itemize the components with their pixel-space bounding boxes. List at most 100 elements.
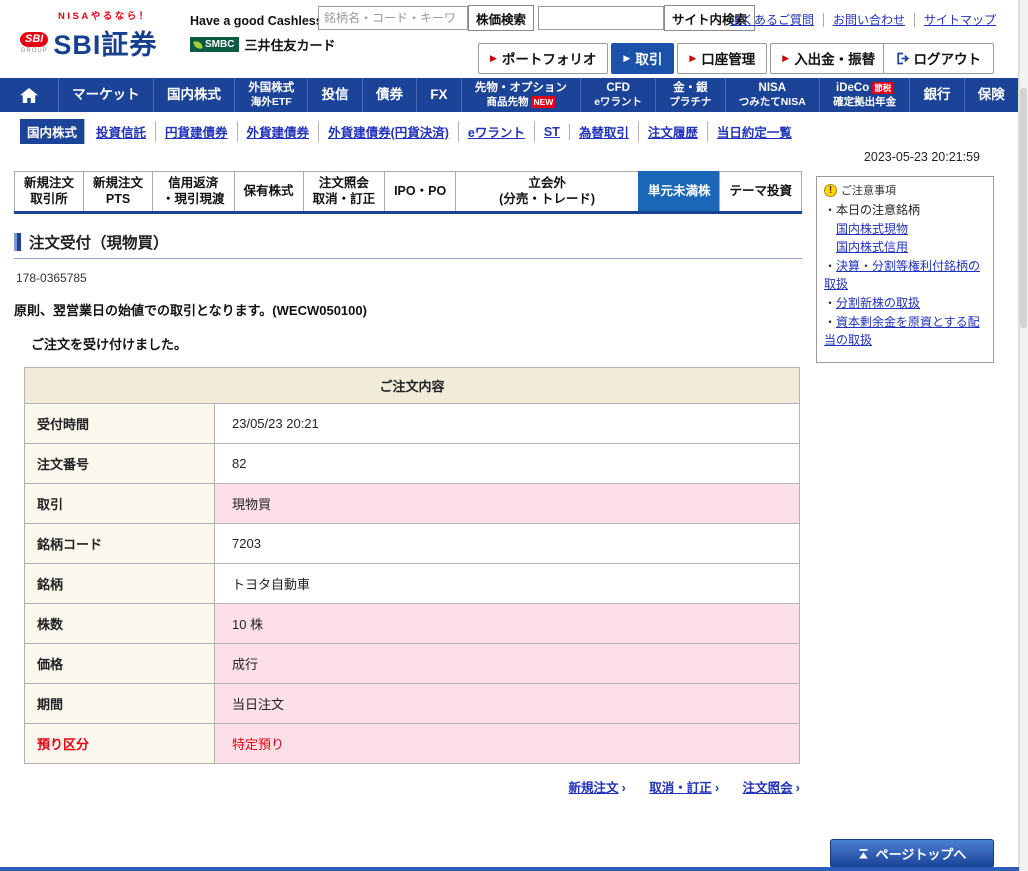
utility-link[interactable]: よくあるご質問 <box>730 13 814 27</box>
main-nav-item[interactable]: 債券 <box>361 78 416 112</box>
main-nav-item[interactable]: NISA つみたてNISA <box>724 78 819 112</box>
bullet: ・ <box>824 203 837 217</box>
sidebar-link[interactable]: 国内株式現物 <box>836 222 908 236</box>
logout-button[interactable]: ログアウト <box>882 43 994 74</box>
sidebar-item: ・決算・分割等権利付銘柄の取扱決算・分割等権利付銘柄の取扱 <box>824 257 987 294</box>
brand-name: SBI証券 <box>53 30 158 60</box>
ad-brand: 三井住友カード <box>244 38 336 53</box>
main-nav-item[interactable]: 銀行 <box>909 78 963 112</box>
sbi-group-mark: SBI GROUP <box>20 31 49 54</box>
main-nav-item[interactable]: 国内株式 <box>152 78 234 112</box>
content: 新規注文 取引所 新規注文 PTS 信用返済 ・現引現渡 保有株式 注文照会 取… <box>0 171 1018 796</box>
order-tab[interactable]: 保有株式 <box>233 171 303 212</box>
row-label: 注文番号 <box>24 443 215 485</box>
smbc-ad-banner[interactable]: Have a good Cashless. SMBC 三井住友カード <box>190 14 335 54</box>
sub-nav-link[interactable]: 国内株式 <box>20 119 86 144</box>
order-table-header: ご注文内容 <box>24 367 800 405</box>
main-nav-item[interactable]: CFD eワラント <box>580 78 655 112</box>
triangle-right-icon: ▶ <box>782 52 790 63</box>
footer-link[interactable]: 新規注文 › <box>568 780 626 796</box>
nisa-tagline: NISAやるなら！ <box>58 11 151 22</box>
row-label: 期間 <box>24 683 215 725</box>
vertical-scrollbar[interactable] <box>1019 0 1028 871</box>
header-tab[interactable]: ▶ ポートフォリオ <box>478 43 609 74</box>
sidebar-item: ・資本剰余金を原資とする配当の取扱資本剰余金を原資とする配当の取扱 <box>824 313 987 350</box>
home-icon <box>20 87 38 103</box>
row-value: 7203 <box>214 523 800 565</box>
order-tab[interactable]: 立会外 (分売・トレード) <box>455 171 638 212</box>
main-nav: マーケット 国内株式 外国株式 海外ETF 投信 債券 FX 先物・オプション … <box>0 78 1018 112</box>
sub-nav: 国内株式 投資信託 円貨建債券 外貨建債券 外貨建債券(円貨決済) eワラント ST 為替取引… <box>0 112 1018 150</box>
chevron-right-icon: › <box>621 780 626 796</box>
order-tab[interactable]: 注文照会 取消・訂正 <box>302 171 385 212</box>
order-tab[interactable]: テーマ投資 <box>719 171 802 212</box>
triangle-right-icon: ▶ <box>623 52 631 63</box>
new-badge: NEW <box>531 95 556 108</box>
footer-links: 新規注文 › 取消・訂正 › 注文照会 › <box>14 777 800 796</box>
top-header: NISAやるなら！ SBI GROUP SBI証券 Have a good Ca… <box>0 0 1018 78</box>
sub-nav-link[interactable]: 外貨建債券 <box>238 121 320 142</box>
main-nav-item[interactable]: 投信 <box>307 78 361 112</box>
table-row: 預り区分 特定預り <box>24 723 800 765</box>
row-value: 10 株 <box>214 603 800 645</box>
sub-nav-link[interactable]: eワラント <box>459 121 535 142</box>
utility-link[interactable]: お問い合わせ <box>822 13 905 27</box>
stock-search-input[interactable] <box>318 6 468 30</box>
sidebar-link[interactable]: 決算・分割等権利付銘柄の取扱 <box>824 259 980 292</box>
table-row: 銘柄 トヨタ自動車 <box>24 563 800 605</box>
main-nav-item[interactable]: FX <box>416 78 461 112</box>
sbi-logo[interactable]: NISAやるなら！ SBI GROUP SBI証券 <box>20 8 157 62</box>
sub-nav-link[interactable]: 外貨建債券(円貨決済) <box>319 121 459 142</box>
bullet: ・ <box>824 295 837 310</box>
sub-nav-link[interactable]: 為替取引 <box>570 121 639 142</box>
sidebar-link[interactable]: 資本剰余金を原資とする配当の取扱 <box>824 315 980 348</box>
sub-nav-link[interactable]: 投資信託 <box>87 121 157 142</box>
header-tab[interactable]: ▶ 入出金・振替 <box>770 43 888 74</box>
scrollbar-thumb[interactable] <box>1020 88 1027 328</box>
footer-link[interactable]: 注文照会 › <box>743 780 800 795</box>
sub-nav-link[interactable]: ST <box>535 123 570 140</box>
header-tab[interactable]: ▶ 取引 <box>611 43 675 74</box>
row-value: トヨタ自動車 <box>214 563 800 605</box>
order-tab[interactable]: IPO・PO <box>384 171 456 212</box>
sidebar-link[interactable]: 国内株式信用 <box>836 240 908 254</box>
row-label: 株数 <box>24 603 215 645</box>
main-nav-item[interactable]: 金・銀 プラチナ <box>655 78 724 112</box>
main-nav-item[interactable]: 保険 <box>963 78 1018 112</box>
table-row: 取引 現物買 <box>24 483 800 525</box>
sub-nav-link[interactable]: 当日約定一覧 <box>708 121 801 142</box>
sidebar-link[interactable]: 分割新株の取扱 <box>836 296 920 310</box>
site-search-input[interactable] <box>538 6 665 30</box>
header-tab-label: 入出金・振替 <box>794 52 876 67</box>
footer-divider <box>0 867 1019 871</box>
order-table: ご注文内容 受付時間 23/05/23 20:21 注文番号 82 取引 現物買… <box>24 367 800 765</box>
page-top-button[interactable]: ページトップへ <box>830 839 994 868</box>
header-tab[interactable]: ▶ 口座管理 <box>677 43 768 74</box>
main-nav-item[interactable]: 外国株式 海外ETF <box>234 78 307 112</box>
utility-links: よくあるご質問 お問い合わせ サイトマップ <box>730 11 996 28</box>
main-nav-item[interactable]: 先物・オプション 商品先物 NEW <box>460 78 580 112</box>
header-tab-label: ポートフォリオ <box>501 52 597 67</box>
order-tab[interactable]: 新規注文 PTS <box>83 171 153 212</box>
stock-search-button[interactable]: 株価検索 <box>468 5 535 31</box>
chevron-right-icon: › <box>714 780 720 796</box>
order-reference-number: 178-0365785 <box>16 271 87 286</box>
footer-link[interactable]: 取消・訂正 › <box>649 780 720 796</box>
table-row: 注文番号 82 <box>24 443 800 485</box>
order-tab[interactable]: 信用返済 ・現引現渡 <box>152 171 234 212</box>
sub-nav-link[interactable]: 円貨建債券 <box>156 121 238 142</box>
utility-link[interactable]: サイトマップ <box>913 13 996 27</box>
order-tab[interactable]: 単元未満株 <box>637 171 720 212</box>
main-nav-item[interactable]: マーケット <box>58 78 153 112</box>
notice-text: 原則、翌営業日の始値での取引となります。(WECW050100) <box>14 303 367 319</box>
ad-headline: Have a good Cashless. <box>190 14 327 28</box>
warning-icon: ! <box>824 183 837 197</box>
sub-nav-link[interactable]: 注文履歴 <box>639 121 708 142</box>
row-value: 現物買 <box>214 483 800 525</box>
row-value: 82 <box>214 443 800 485</box>
nav-home[interactable] <box>0 78 58 112</box>
arrow-up-icon <box>858 848 868 858</box>
order-tab[interactable]: 新規注文 取引所 <box>14 171 84 212</box>
main-nav-item[interactable]: iDeCo 節税 確定拠出年金 <box>818 78 909 112</box>
title-accent-bar <box>14 233 21 252</box>
